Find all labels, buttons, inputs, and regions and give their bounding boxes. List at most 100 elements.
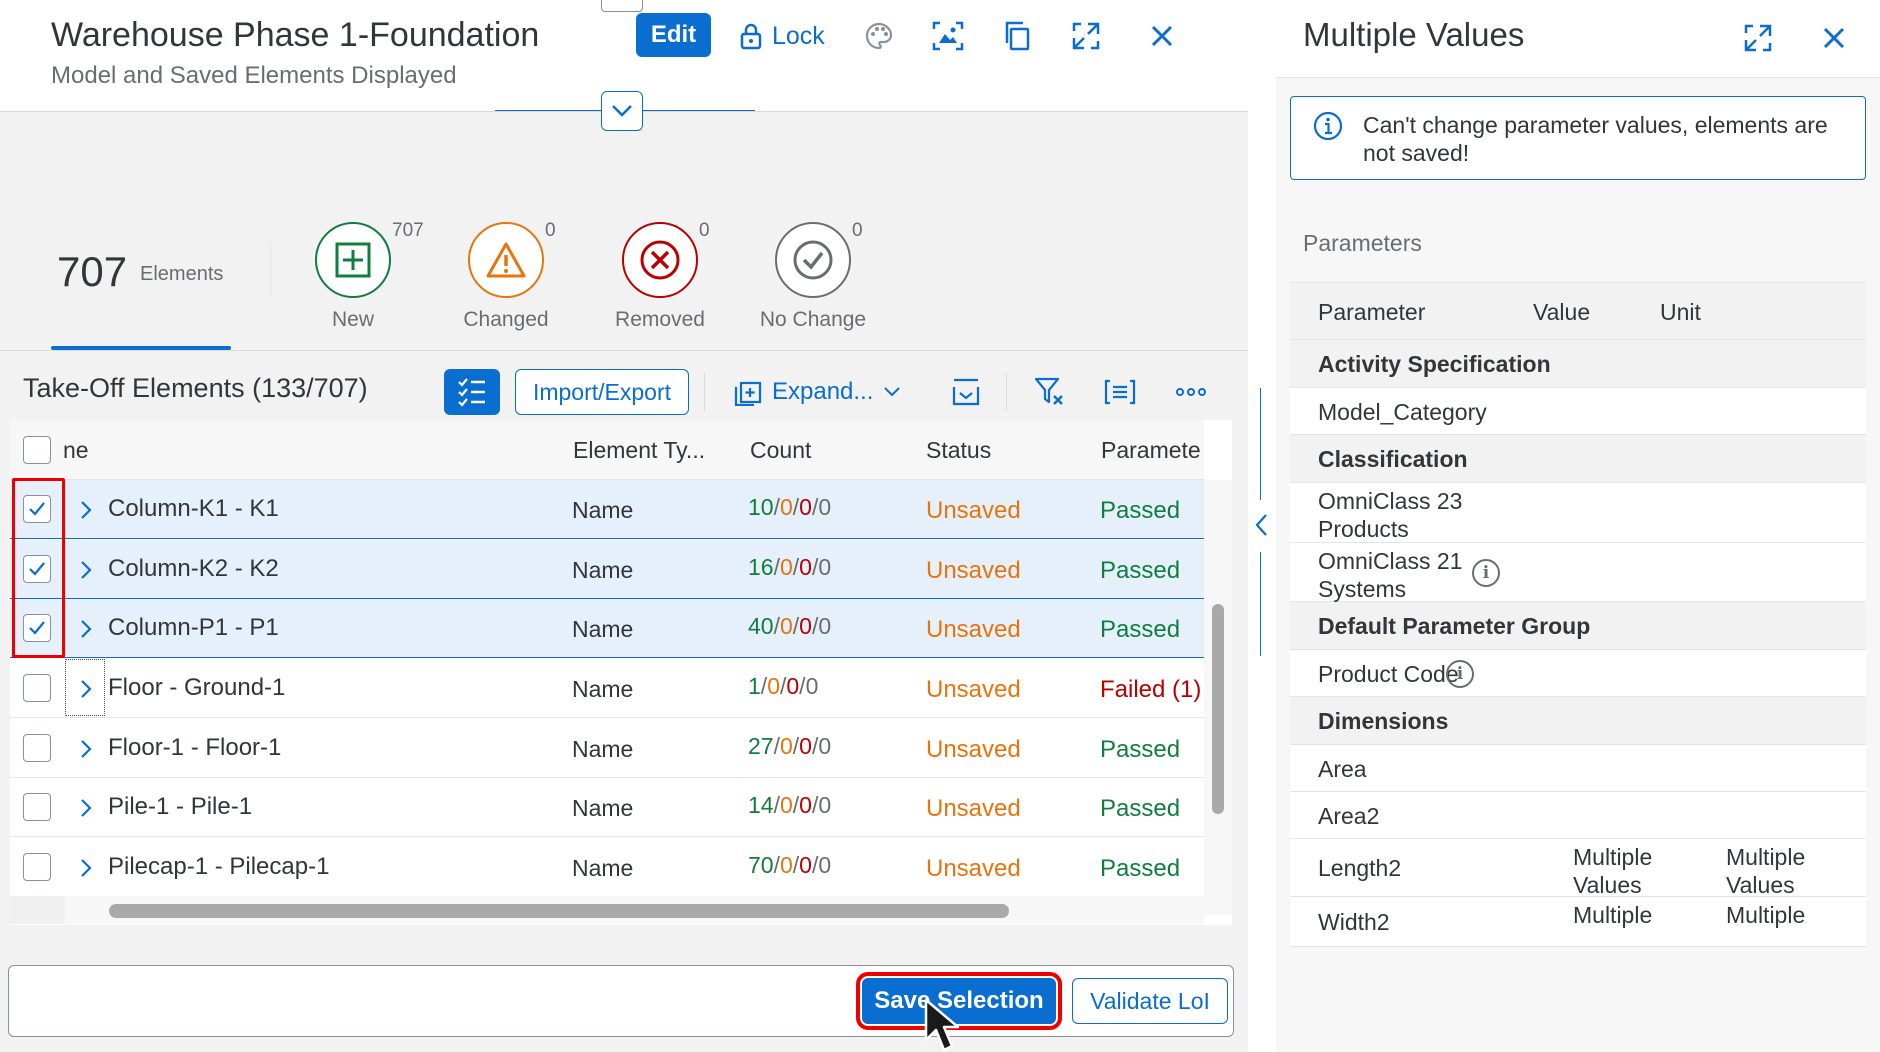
count-part: 0 — [818, 792, 832, 818]
chevron-right-icon — [81, 620, 92, 638]
count-part: 0 — [799, 852, 812, 878]
column-header-parameters[interactable]: Paramete — [1101, 437, 1201, 464]
kpi-separator — [270, 242, 271, 298]
error-icon — [622, 222, 698, 298]
column-header-parameter: Parameter — [1318, 299, 1426, 325]
splitter-collapse-button[interactable] — [1250, 510, 1272, 540]
import-export-button[interactable]: Import/Export — [515, 369, 689, 415]
mouse-cursor-icon — [924, 998, 960, 1052]
row-parameter-check[interactable]: Failed (1) — [1100, 676, 1201, 704]
status-tile-changed[interactable]: 0 Changed — [431, 220, 581, 342]
row-status: Unsaved — [926, 616, 1021, 643]
changed-label: Changed — [463, 308, 549, 331]
expand-menu-button[interactable]: Expand... — [734, 369, 901, 415]
footer-toolbar: Save Selection Validate LoI — [8, 965, 1234, 1037]
collapse-all-icon[interactable] — [946, 371, 986, 413]
expand-row-button[interactable] — [74, 735, 98, 763]
info-message-strip: Can't change parameter values, elements … — [1290, 96, 1866, 180]
collapse-header-button[interactable] — [601, 91, 643, 131]
count-part: 10 — [748, 494, 774, 520]
expand-row-button[interactable] — [74, 794, 98, 822]
header-top-handle[interactable] — [601, 0, 643, 12]
column-header-count[interactable]: Count — [750, 437, 811, 464]
count-part: 0 — [799, 613, 812, 639]
table-title: Take-Off Elements (133/707) — [23, 373, 368, 403]
lock-button[interactable]: Lock — [740, 14, 825, 58]
elements-count[interactable]: 707 — [57, 248, 127, 296]
select-all-checkbox[interactable] — [23, 436, 51, 464]
count-part: 0 — [818, 852, 832, 878]
status-tile-no-change[interactable]: 0 No Change — [738, 220, 888, 342]
vertical-scrollbar[interactable] — [1204, 480, 1232, 915]
expand-row-button[interactable] — [74, 556, 98, 584]
row-checkbox[interactable] — [23, 853, 51, 881]
count-part: 0 — [779, 792, 793, 818]
close-icon[interactable] — [1142, 16, 1182, 56]
fullscreen-icon[interactable] — [1738, 18, 1778, 58]
overflow-menu-icon[interactable] — [1171, 371, 1211, 413]
show-selected-button[interactable] — [444, 369, 500, 415]
parameter-group-row: Activity Specification — [1290, 340, 1866, 388]
table-row[interactable]: Floor-1 - Floor-1 Name 27/0/0/0 Unsaved Pass… — [10, 719, 1204, 778]
table-row[interactable]: Pilecap-1 - Pilecap-1 Name 70/0/0/0 Unsaved… — [10, 838, 1204, 897]
lock-label: Lock — [772, 21, 825, 50]
column-settings-icon[interactable] — [1100, 371, 1140, 413]
row-checkbox[interactable] — [23, 793, 51, 821]
count-part: 0 — [779, 613, 793, 639]
parameter-row: OmniClass 21 Systems i — [1290, 543, 1866, 602]
table-row[interactable]: Pile-1 - Pile-1 Name 14/0/0/0 Unsaved Passed — [10, 778, 1204, 837]
column-header-status[interactable]: Status — [926, 437, 991, 464]
horizontal-scrollbar[interactable] — [65, 896, 1204, 924]
palette-icon[interactable] — [859, 16, 899, 56]
close-icon[interactable] — [1814, 18, 1854, 58]
table-header: ne Element Ty... Count Status Paramete — [10, 420, 1204, 480]
expand-row-button[interactable] — [74, 496, 98, 524]
row-parameter-check: Passed — [1100, 557, 1181, 584]
count-part: 14 — [748, 792, 774, 818]
copy-icon[interactable] — [997, 16, 1037, 56]
horizontal-scroll-thumb[interactable] — [109, 904, 1009, 918]
count-part: 0 — [799, 554, 812, 580]
image-recognition-icon[interactable] — [928, 16, 968, 56]
vertical-scroll-thumb[interactable] — [1212, 604, 1224, 814]
parameter-row: Width2 Multiple Multiple — [1290, 897, 1866, 947]
expand-row-button[interactable] — [74, 615, 98, 643]
row-checkbox[interactable] — [23, 674, 51, 702]
count-part: 16 — [748, 554, 774, 580]
row-checkbox[interactable] — [23, 734, 51, 762]
row-parameter-check: Passed — [1100, 795, 1181, 822]
info-icon[interactable]: i — [1446, 660, 1474, 688]
row-status: Unsaved — [926, 795, 1021, 822]
focus-outline — [65, 659, 105, 716]
expand-label: Expand... — [772, 378, 874, 405]
count-part: 27 — [748, 733, 774, 759]
column-header-element-type[interactable]: Element Ty... — [573, 437, 705, 464]
info-icon[interactable]: i — [1472, 559, 1500, 587]
row-status: Unsaved — [926, 497, 1021, 524]
side-panel-header: Multiple Values — [1276, 0, 1880, 78]
no-change-count: 0 — [852, 220, 863, 241]
validate-loi-button[interactable]: Validate LoI — [1072, 978, 1228, 1024]
edit-button[interactable]: Edit — [636, 13, 711, 57]
table-row[interactable]: Floor - Ground-1 Name 1/0/0/0 Unsaved Failed… — [10, 659, 1204, 718]
table-row[interactable]: Column-K1 - K1 Name 10/0/0/0 Unsaved Passed — [10, 480, 1204, 539]
table-row[interactable]: Column-P1 - P1 Name 40/0/0/0 Unsaved Passed — [10, 599, 1204, 658]
info-message-text: Can't change parameter values, elements … — [1363, 112, 1828, 166]
fullscreen-icon[interactable] — [1066, 16, 1106, 56]
expand-row-button[interactable] — [74, 854, 98, 882]
column-header-name[interactable]: ne — [63, 437, 89, 464]
count-part: 0 — [818, 613, 832, 639]
clear-filter-icon[interactable] — [1030, 371, 1070, 413]
parameter-name: Area2 — [1318, 803, 1380, 829]
row-parameter-check: Passed — [1100, 497, 1181, 524]
status-tile-removed[interactable]: 0 Removed — [585, 220, 735, 342]
row-status: Unsaved — [926, 855, 1021, 882]
count-part: 0 — [818, 733, 832, 759]
table-row[interactable]: Column-K2 - K2 Name 16/0/0/0 Unsaved Passed — [10, 540, 1204, 599]
column-header-value: Value — [1533, 299, 1591, 325]
toolbar-separator — [704, 373, 705, 411]
status-tile-new[interactable]: 707 New — [278, 220, 428, 342]
row-element-type: Name — [572, 736, 634, 762]
row-name: Column-P1 - P1 — [108, 614, 279, 641]
parameter-value: Multiple Values — [1573, 844, 1653, 898]
